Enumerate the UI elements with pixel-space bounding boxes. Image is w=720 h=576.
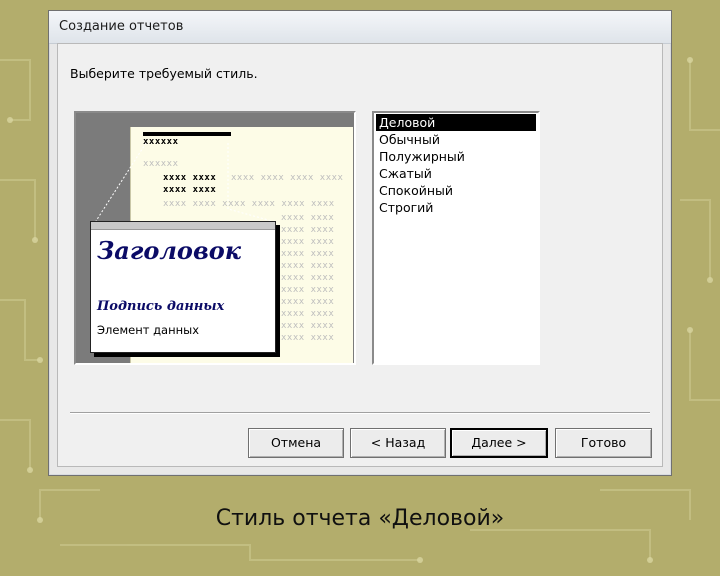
title-bar[interactable]: Создание отчетов bbox=[49, 11, 671, 44]
style-listbox[interactable]: Деловой Обычный Полужирный Сжатый Спокой… bbox=[372, 111, 540, 365]
sample-data-element: Элемент данных bbox=[97, 323, 200, 337]
window-title: Создание отчетов bbox=[59, 19, 184, 34]
style-option-spokoyny[interactable]: Спокойный bbox=[376, 182, 536, 199]
style-preview: xxxxxx xxxxxx xxxx xxxx xxxx xxxx xxxx x… bbox=[74, 111, 356, 365]
sample-data-caption: Подпись данных bbox=[97, 299, 225, 314]
cancel-button[interactable]: Отмена bbox=[248, 428, 344, 458]
finish-button[interactable]: Готово bbox=[555, 428, 652, 458]
style-option-strogiy[interactable]: Строгий bbox=[376, 199, 536, 216]
next-button[interactable]: Далее > bbox=[450, 428, 548, 458]
style-sample-callout: Заголовок Подпись данных Элемент данных bbox=[90, 221, 276, 353]
style-option-delovoy[interactable]: Деловой bbox=[376, 114, 536, 131]
slide-caption: Стиль отчета «Деловой» bbox=[215, 506, 505, 531]
callout-top-bar bbox=[91, 222, 275, 230]
dialog-body: Выберите требуемый стиль. xxxxxx xxxxxx … bbox=[57, 43, 663, 467]
back-button[interactable]: < Назад bbox=[350, 428, 446, 458]
style-option-obychny[interactable]: Обычный bbox=[376, 131, 536, 148]
report-wizard-dialog: Создание отчетов Выберите требуемый стил… bbox=[48, 10, 672, 476]
button-separator bbox=[70, 412, 650, 414]
style-option-poluzhirny[interactable]: Полужирный bbox=[376, 148, 536, 165]
sample-heading: Заголовок bbox=[97, 236, 241, 265]
instruction-text: Выберите требуемый стиль. bbox=[70, 66, 258, 81]
style-option-szhaty[interactable]: Сжатый bbox=[376, 165, 536, 182]
